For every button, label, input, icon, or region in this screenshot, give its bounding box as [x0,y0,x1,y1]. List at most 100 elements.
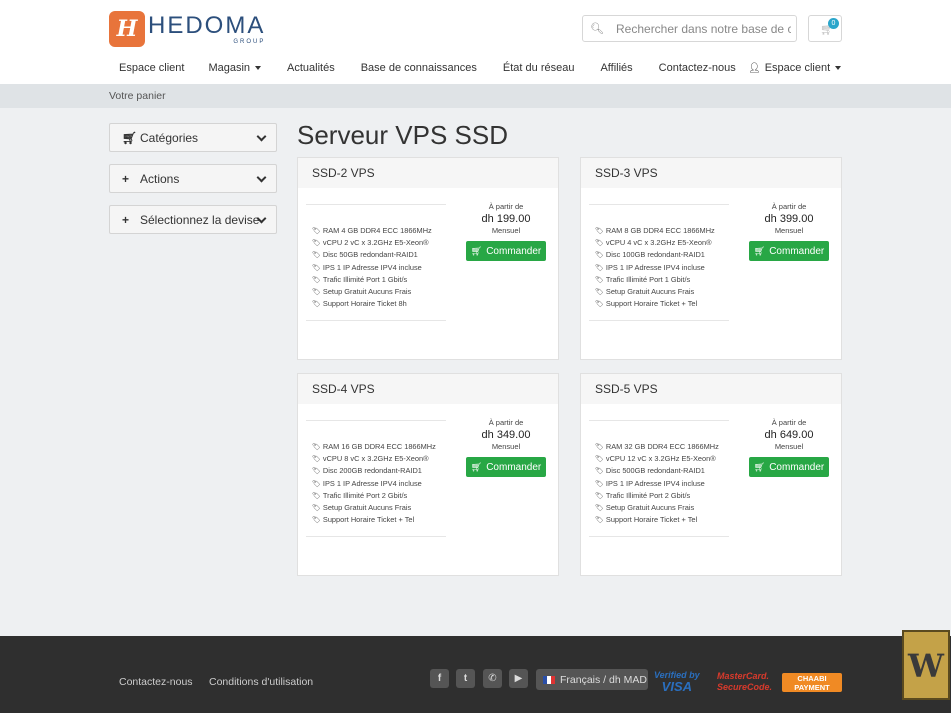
feature-item: 🏷︎ RAM 4 GB DDR4 ECC 1866MHz [312,226,432,235]
tags-icon: 🏷︎ [595,240,604,248]
product-name: SSD-3 VPS [581,158,841,188]
actions-panel[interactable]: + Actions [109,164,277,193]
feature-item: 🏷︎ IPS 1 IP Adresse IPV4 incluse [595,262,705,272]
verified-by-visa-logo: Verified by VISA [654,670,700,694]
pricing-block: À partir de dh 399.00 Mensuel 🛒︎ Commande… [749,202,829,261]
logo-badge: H [109,11,145,47]
tags-icon: 🏷︎ [595,264,604,272]
tags-icon: 🏷︎ [595,456,604,464]
cart-icon: 🛒︎ [122,130,138,145]
tags-icon: 🏷︎ [312,289,321,297]
feature-list: 🏷︎ RAM 4 GB DDR4 ECC 1866MHz 🏷︎ vCPU 2 vC … [306,204,446,322]
breadcrumb: Votre panier [109,90,166,102]
feature-list: 🏷︎ RAM 16 GB DDR4 ECC 1866MHz 🏷︎ vCPU 8 vC… [306,420,446,538]
order-button[interactable]: 🛒︎ Commander [749,457,829,477]
nav-espace-client[interactable]: Espace client [109,62,184,78]
facebook-icon[interactable]: f [430,669,449,688]
feature-item: 🏷︎ vCPU 12 vC x 3.2GHz E5-Xeon® [595,454,716,464]
footer-link-terms[interactable]: Conditions d'utilisation [209,676,313,688]
tags-icon: 🏷︎ [312,492,321,500]
tags-icon: 🏷︎ [595,505,604,513]
tags-icon: 🏷︎ [312,517,321,525]
tags-icon: 🏷︎ [595,468,604,476]
caret-down-icon [255,66,262,71]
billing-cycle: Mensuel [774,442,804,451]
nav-magasin[interactable]: Magasin [198,62,262,78]
search-icon: 🔍︎ [590,23,604,35]
price: dh 399.00 [764,213,814,225]
tags-icon: 🏷︎ [312,456,321,464]
pricing-block: À partir de dh 349.00 Mensuel 🛒︎ Commande… [466,418,546,477]
price-from-label: À partir de [488,418,524,427]
logo-tagline: GROUP [233,38,266,45]
price-from-label: À partir de [488,202,524,211]
feature-item: 🏷︎ Trafic Illimité Port 2 Gbit/s [595,490,691,500]
language-currency-selector[interactable]: Français / dh MAD [536,669,648,690]
pricing-block: À partir de dh 649.00 Mensuel 🛒︎ Commande… [749,418,829,477]
logo-name: HEDOMA [148,11,266,39]
billing-cycle: Mensuel [491,226,521,235]
tags-icon: 🏷︎ [595,444,604,451]
cart-button[interactable]: 🛒︎ 0 [808,15,842,42]
tags-icon: 🏷︎ [312,276,321,284]
tags-icon: 🏷︎ [595,301,604,309]
feature-item: 🏷︎ Support Horaire Ticket + Tel [312,515,415,525]
price-from-label: À partir de [771,202,807,211]
client-area-menu[interactable]: 👤︎ Espace client [748,62,842,74]
tags-icon: 🏷︎ [312,301,321,309]
youtube-icon[interactable]: ▶ [509,669,528,688]
feature-item: 🏷︎ Support Horaire Ticket 8h [312,299,407,309]
chevron-down-icon [256,131,267,142]
feature-item: 🏷︎ RAM 16 GB DDR4 ECC 1866MHz [312,442,436,451]
site-header: H HEDOMA GROUP 🔍︎ 🛒︎ 0 Espace client Mag… [0,0,951,84]
search-input[interactable] [611,21,791,36]
product-name: SSD-4 VPS [298,374,558,404]
footer-link-contact[interactable]: Contactez-nous [119,676,193,688]
caret-down-icon [835,66,842,71]
tags-icon: 🏷︎ [595,289,604,297]
nav-etat-reseau[interactable]: État du réseau [493,62,575,78]
tags-icon: 🏷︎ [595,480,604,488]
order-button[interactable]: 🛒︎ Commander [466,457,546,477]
nav-actualites[interactable]: Actualités [277,62,335,78]
plus-icon: + [122,171,130,186]
search-box: 🔍︎ [582,15,797,42]
cart-icon: 🛒︎ [470,245,483,256]
twitter-icon[interactable]: t [456,669,475,688]
cart-icon: 🛒︎ [753,245,766,256]
plus-icon: + [122,212,130,227]
cart-icon: 🛒︎ [470,461,483,472]
tags-icon: 🏷︎ [312,444,321,451]
nav-contactez-nous[interactable]: Contactez-nous [649,62,736,78]
currency-panel[interactable]: + Sélectionnez la devise [109,205,277,234]
breadcrumb-bar: Votre panier [0,84,951,108]
tags-icon: 🏷︎ [595,492,604,500]
nav-base-connaissances[interactable]: Base de connaissances [351,62,477,78]
cart-icon: 🛒︎ [753,461,766,472]
price: dh 649.00 [764,429,814,441]
nav-affilies[interactable]: Affiliés [590,62,632,78]
feature-item: 🏷︎ Setup Gratuit Aucuns Frais [595,503,695,513]
product-card-ssd-2: SSD-2 VPS 🏷︎ RAM 4 GB DDR4 ECC 1866MHz 🏷︎… [297,157,559,360]
billing-cycle: Mensuel [491,442,521,451]
tags-icon: 🏷︎ [312,264,321,272]
categories-panel[interactable]: 🛒︎ Catégories [109,123,277,152]
order-button[interactable]: 🛒︎ Commander [749,241,829,261]
feature-item: 🏷︎ Trafic Illimité Port 2 Gbit/s [312,490,408,500]
product-name: SSD-2 VPS [298,158,558,188]
cart-count-badge: 0 [828,18,839,29]
feature-item: 🏷︎ Setup Gratuit Aucuns Frais [312,287,412,297]
price: dh 199.00 [481,213,531,225]
watermark-logo: W [902,630,950,700]
product-card-ssd-5: SSD-5 VPS 🏷︎ RAM 32 GB DDR4 ECC 1866MHz 🏷… [580,373,842,576]
order-button[interactable]: 🛒︎ Commander [466,241,546,261]
tags-icon: 🏷︎ [312,480,321,488]
product-name: SSD-5 VPS [581,374,841,404]
feature-item: 🏷︎ Disc 100GB redondant-RAID1 [595,250,705,260]
feature-item: 🏷︎ Disc 50GB redondant-RAID1 [312,250,418,260]
whatsapp-icon[interactable]: ✆ [483,669,502,688]
hedoma-logo[interactable]: H HEDOMA GROUP [109,11,265,47]
product-card-ssd-4: SSD-4 VPS 🏷︎ RAM 16 GB DDR4 ECC 1866MHz 🏷… [297,373,559,576]
feature-item: 🏷︎ Setup Gratuit Aucuns Frais [312,503,412,513]
chevron-down-icon [256,172,267,183]
